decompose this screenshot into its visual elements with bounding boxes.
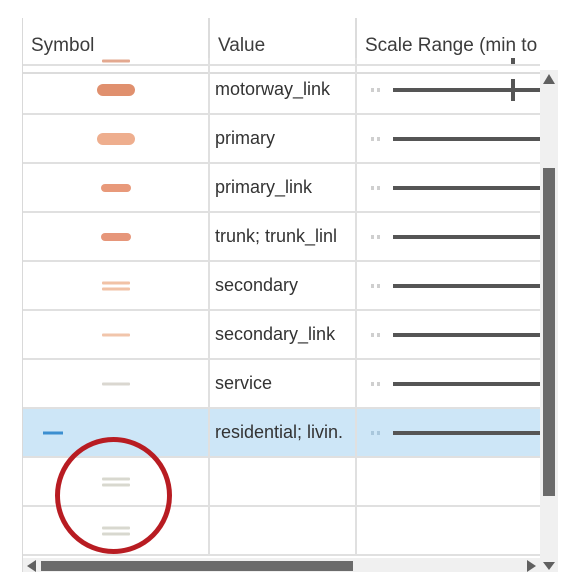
table-row[interactable]: motorway_link (23, 66, 540, 115)
value-cell[interactable]: motorway_link (210, 66, 357, 113)
scale-range-bar[interactable] (393, 136, 540, 141)
scale-min-marker (371, 332, 381, 337)
symbol-cell[interactable] (23, 262, 210, 309)
line-symbol-swatch-icon[interactable] (96, 132, 135, 145)
scroll-down-arrow-icon[interactable] (543, 562, 555, 570)
scale-range-cell[interactable] (357, 360, 540, 407)
scale-range-bar[interactable] (393, 381, 540, 386)
scale-min-marker (371, 185, 381, 190)
scale-range-bar[interactable] (393, 234, 540, 239)
scroll-right-arrow-icon[interactable] (527, 560, 536, 572)
scale-range-bar[interactable] (393, 87, 540, 92)
scale-min-marker (371, 234, 381, 239)
line-symbol-swatch-icon[interactable] (101, 382, 130, 385)
value-cell[interactable]: secondary_link (210, 311, 357, 358)
scale-min-marker (371, 430, 381, 435)
scale-range-bar[interactable] (393, 332, 540, 337)
table-row[interactable]: service (23, 360, 540, 409)
symbol-cell[interactable] (23, 213, 210, 260)
scale-range-cell[interactable] (357, 507, 540, 554)
scale-min-marker (371, 136, 381, 141)
scale-min-marker (371, 283, 381, 288)
horizontal-scroll-thumb[interactable] (41, 561, 353, 571)
line-symbol-swatch-icon[interactable] (101, 333, 130, 336)
scale-range-cell[interactable] (357, 58, 540, 64)
table-row[interactable]: primary_link (23, 164, 540, 213)
scale-range-cell[interactable] (357, 311, 540, 358)
symbol-cell[interactable] (23, 311, 210, 358)
vertical-scrollbar[interactable] (540, 70, 558, 572)
vertical-scroll-thumb[interactable] (543, 168, 555, 496)
table-row[interactable]: primary (23, 115, 540, 164)
scale-max-handle[interactable] (511, 78, 515, 101)
value-cell[interactable]: residential; livin. (210, 409, 357, 456)
table-row-partial[interactable]: motorway (23, 58, 540, 66)
scale-range-cell[interactable] (357, 66, 540, 113)
value-cell[interactable]: primary_link (210, 164, 357, 211)
line-symbol-swatch-icon[interactable] (43, 431, 63, 434)
symbol-cell[interactable] (23, 164, 210, 211)
scale-min-marker (371, 381, 381, 386)
scale-max-handle[interactable] (511, 58, 515, 64)
table-row[interactable]: secondary_link (23, 311, 540, 360)
value-cell[interactable]: trunk; trunk_linl (210, 213, 357, 260)
scale-range-cell[interactable] (357, 409, 540, 456)
symbol-cell[interactable] (23, 58, 210, 64)
value-cell[interactable] (210, 507, 357, 554)
scale-range-bar[interactable] (393, 430, 540, 435)
scale-range-cell[interactable] (357, 115, 540, 162)
scale-min-marker (371, 87, 381, 92)
scale-range-cell[interactable] (357, 458, 540, 505)
scale-range-cell[interactable] (357, 164, 540, 211)
line-symbol-swatch-icon[interactable] (100, 232, 131, 241)
scroll-left-arrow-icon[interactable] (27, 560, 36, 572)
highlight-circle-annotation (55, 437, 172, 554)
value-cell[interactable]: primary (210, 115, 357, 162)
line-symbol-swatch-icon[interactable] (101, 281, 130, 284)
table-row[interactable]: secondary (23, 262, 540, 311)
symbol-cell[interactable] (23, 360, 210, 407)
scale-range-cell[interactable] (357, 262, 540, 309)
scale-range-bar[interactable] (393, 283, 540, 288)
horizontal-scrollbar[interactable] (23, 558, 540, 572)
scale-range-cell[interactable] (357, 213, 540, 260)
line-symbol-swatch-icon[interactable] (101, 59, 130, 63)
line-symbol-swatch-icon[interactable] (100, 183, 131, 192)
line-symbol-swatch-icon[interactable] (101, 287, 130, 290)
value-cell[interactable]: secondary (210, 262, 357, 309)
symbol-cell[interactable] (23, 66, 210, 113)
value-cell[interactable]: service (210, 360, 357, 407)
value-cell[interactable]: motorway (210, 58, 357, 64)
scroll-up-arrow-icon[interactable] (543, 74, 555, 84)
value-cell[interactable] (210, 458, 357, 505)
symbol-cell[interactable] (23, 115, 210, 162)
table-row[interactable]: trunk; trunk_linl (23, 213, 540, 262)
scale-range-bar[interactable] (393, 185, 540, 190)
line-symbol-swatch-icon[interactable] (96, 83, 135, 96)
